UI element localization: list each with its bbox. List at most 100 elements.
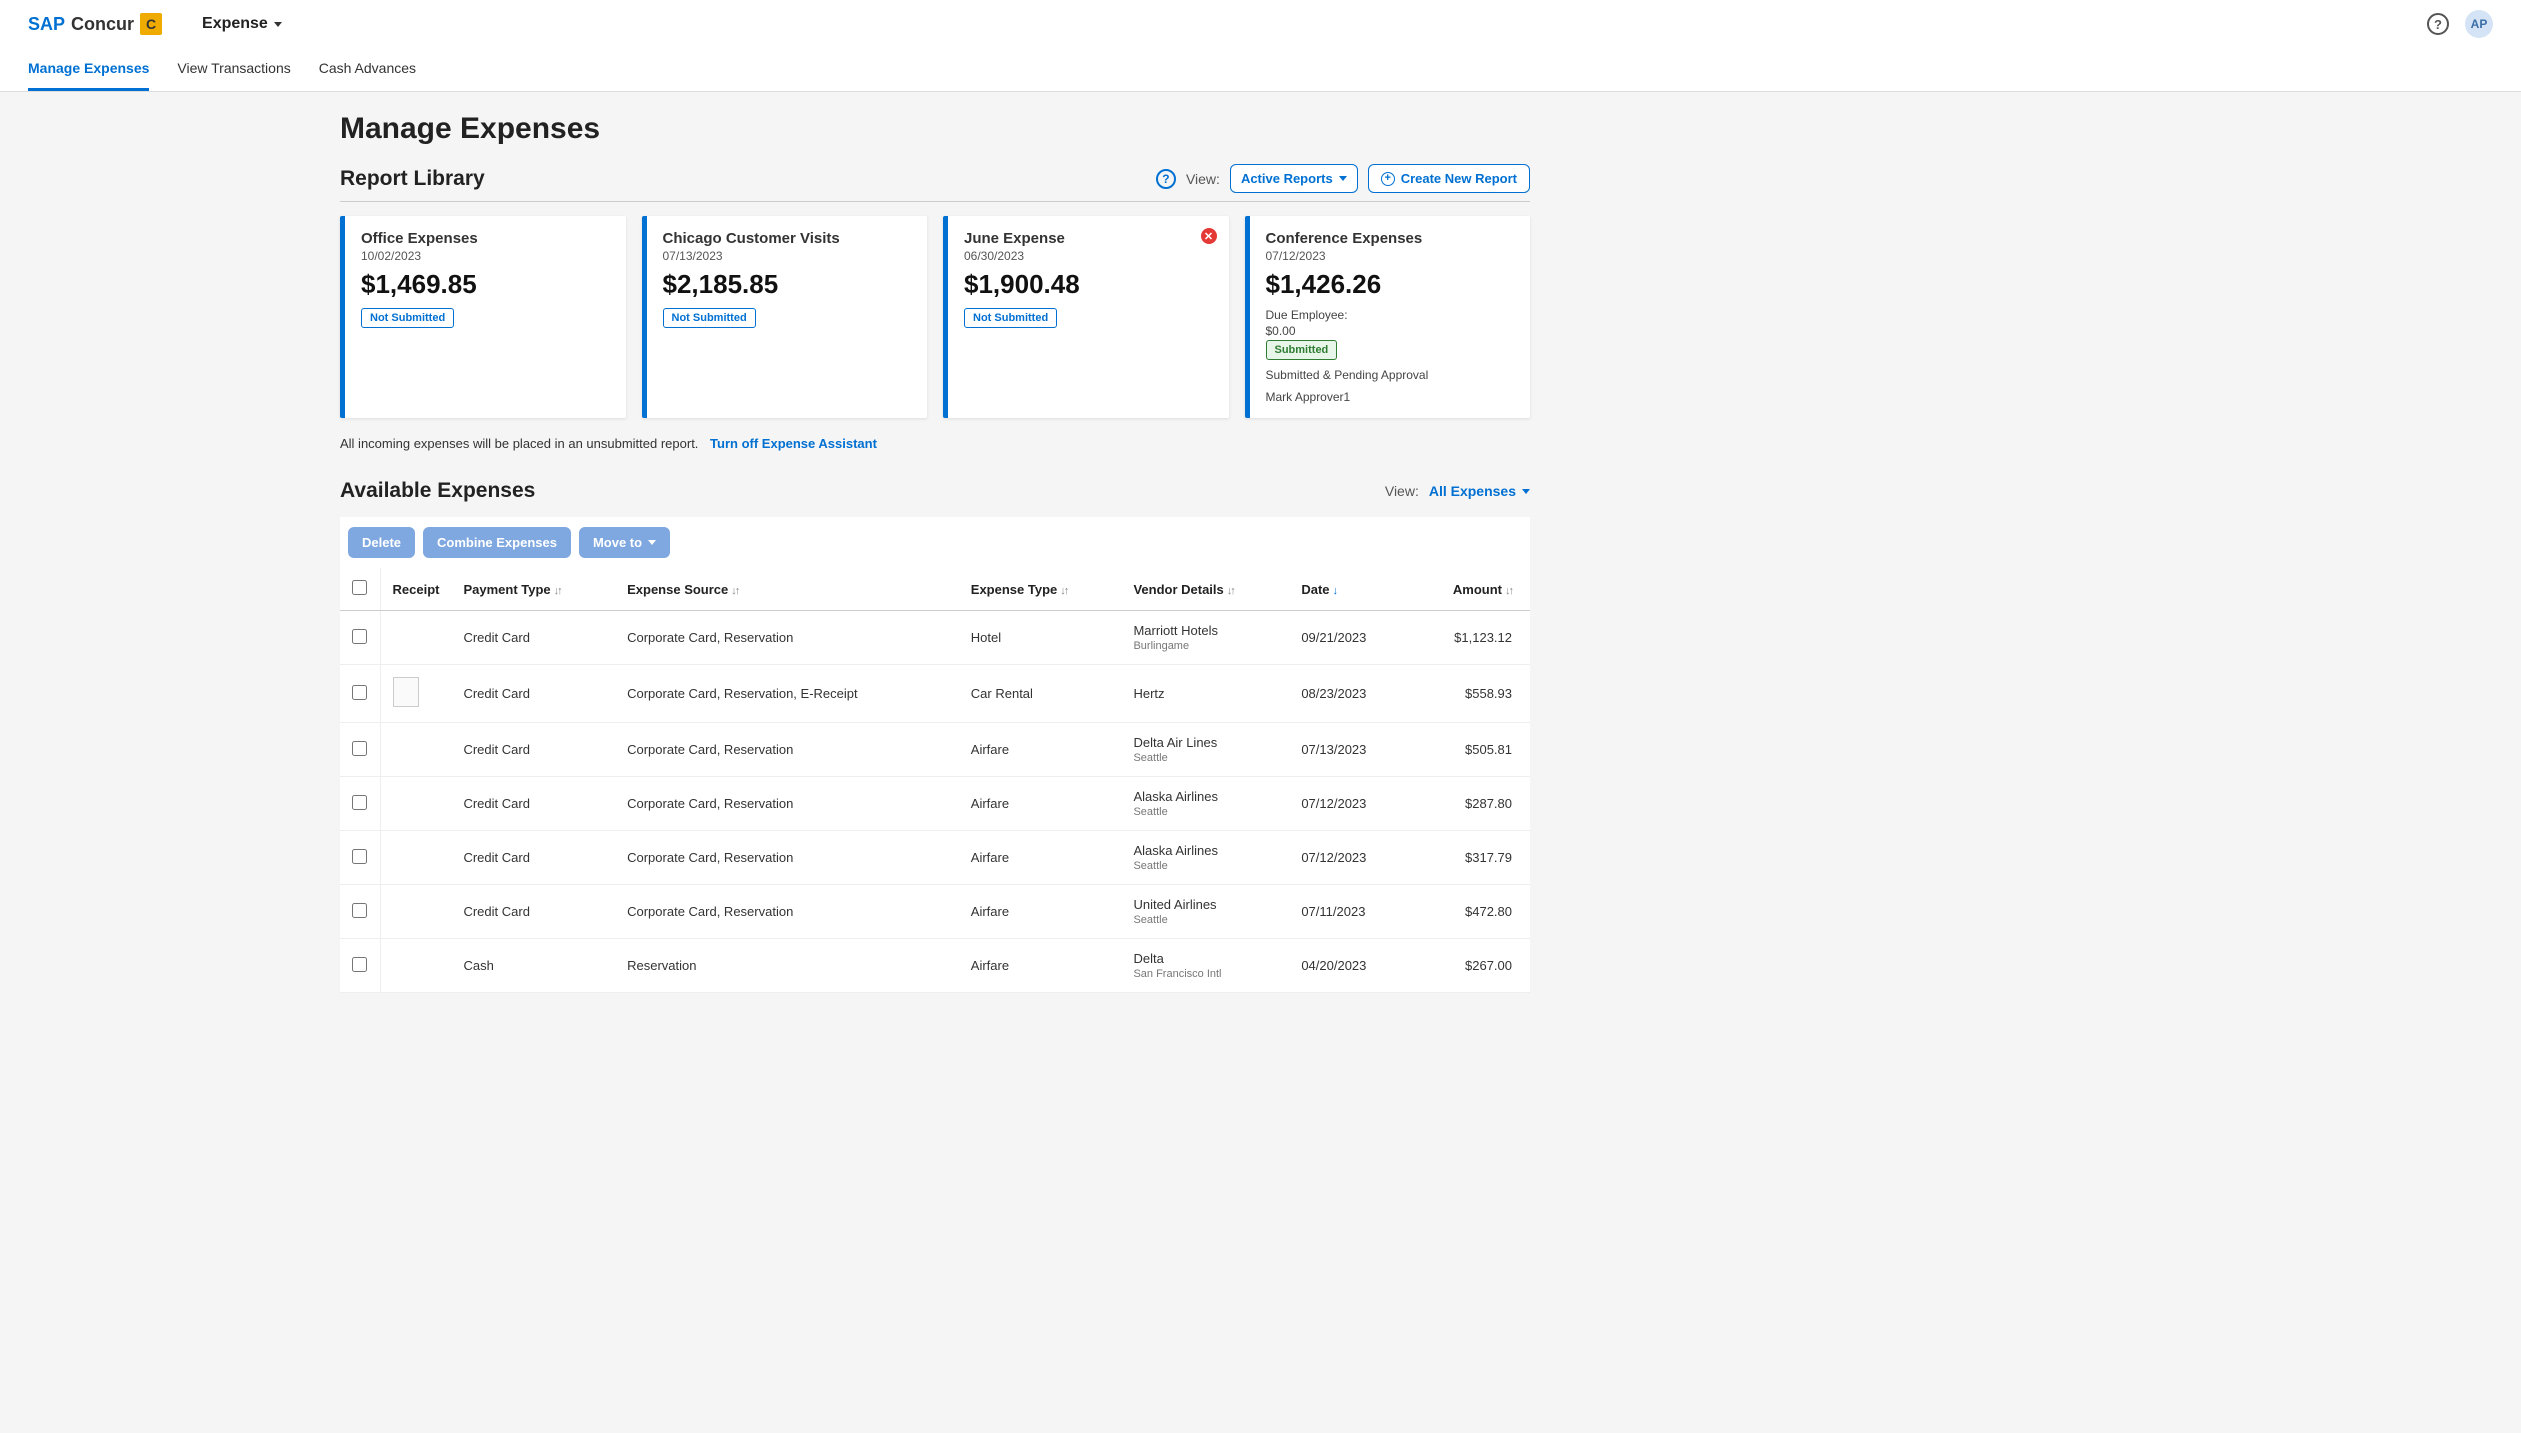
table-row[interactable]: Credit Card Corporate Card, Reservation … (340, 831, 1530, 885)
report-card[interactable]: Chicago Customer Visits 07/13/2023 $2,18… (642, 216, 928, 418)
cell-receipt (380, 611, 451, 665)
row-checkbox[interactable] (352, 741, 367, 756)
logo-sap-text: SAP (28, 14, 65, 35)
cell-expense-type: Airfare (959, 939, 1122, 993)
subnav: Manage Expenses View Transactions Cash A… (0, 48, 2521, 92)
cell-expense-source: Corporate Card, Reservation (615, 777, 959, 831)
receipt-thumb-icon[interactable] (393, 677, 419, 707)
row-checkbox[interactable] (352, 685, 367, 700)
table-row[interactable]: Credit Card Corporate Card, Reservation,… (340, 665, 1530, 723)
cell-expense-type: Airfare (959, 831, 1122, 885)
col-payment-type[interactable]: Payment Type↓↑ (451, 568, 615, 611)
available-expenses-title: Available Expenses (340, 479, 535, 503)
chevron-down-icon (274, 22, 282, 27)
col-date[interactable]: Date↓ (1289, 568, 1409, 611)
cell-expense-type: Hotel (959, 611, 1122, 665)
card-date: 10/02/2023 (361, 249, 610, 263)
cell-receipt (380, 831, 451, 885)
help-icon[interactable]: ? (2427, 13, 2449, 35)
cell-amount: $317.79 (1410, 831, 1530, 885)
cell-receipt (380, 939, 451, 993)
delete-button[interactable]: Delete (348, 527, 415, 558)
expenses-table: Receipt Payment Type↓↑ Expense Source↓↑ … (340, 568, 1530, 993)
cell-payment-type: Credit Card (451, 831, 615, 885)
nav-expense-dropdown[interactable]: Expense (202, 15, 282, 33)
all-expenses-label: All Expenses (1429, 483, 1516, 499)
row-checkbox[interactable] (352, 957, 367, 972)
card-date: 07/12/2023 (1266, 249, 1515, 263)
create-report-label: Create New Report (1401, 171, 1517, 186)
col-amount[interactable]: Amount↓↑ (1410, 568, 1530, 611)
cell-date: 07/13/2023 (1289, 723, 1409, 777)
card-footer-status: Submitted & Pending Approval (1266, 368, 1515, 382)
cell-amount: $472.80 (1410, 885, 1530, 939)
cell-amount: $287.80 (1410, 777, 1530, 831)
cell-date: 04/20/2023 (1289, 939, 1409, 993)
row-checkbox[interactable] (352, 629, 367, 644)
avatar[interactable]: AP (2465, 10, 2493, 38)
cell-payment-type: Credit Card (451, 723, 615, 777)
row-checkbox[interactable] (352, 795, 367, 810)
card-date: 06/30/2023 (964, 249, 1213, 263)
card-due-label: Due Employee: (1266, 308, 1515, 322)
col-expense-source[interactable]: Expense Source↓↑ (615, 568, 959, 611)
cell-date: 08/23/2023 (1289, 665, 1409, 723)
error-icon: ✕ (1201, 228, 1217, 244)
cell-amount: $558.93 (1410, 665, 1530, 723)
select-all-checkbox[interactable] (352, 580, 367, 595)
tab-cash-advances[interactable]: Cash Advances (319, 48, 416, 91)
tab-manage-expenses[interactable]: Manage Expenses (28, 48, 149, 91)
cell-vendor: United AirlinesSeattle (1121, 885, 1289, 939)
report-library-help-icon[interactable]: ? (1156, 169, 1176, 189)
cell-vendor: Delta Air LinesSeattle (1121, 723, 1289, 777)
row-checkbox[interactable] (352, 903, 367, 918)
status-badge: Not Submitted (964, 308, 1057, 328)
status-badge: Not Submitted (663, 308, 756, 328)
cell-payment-type: Credit Card (451, 777, 615, 831)
topbar: SAP Concur C Expense ? AP (0, 0, 2521, 48)
active-reports-label: Active Reports (1241, 171, 1333, 186)
turn-off-assistant-link[interactable]: Turn off Expense Assistant (710, 436, 877, 451)
all-expenses-dropdown[interactable]: All Expenses (1429, 483, 1530, 499)
table-row[interactable]: Credit Card Corporate Card, Reservation … (340, 885, 1530, 939)
card-amount: $2,185.85 (663, 269, 912, 300)
cell-receipt (380, 885, 451, 939)
table-action-bar: Delete Combine Expenses Move to (340, 517, 1530, 568)
report-card[interactable]: Conference Expenses 07/12/2023 $1,426.26… (1245, 216, 1531, 418)
create-new-report-button[interactable]: + Create New Report (1368, 164, 1530, 193)
combine-expenses-button[interactable]: Combine Expenses (423, 527, 571, 558)
logo[interactable]: SAP Concur C (28, 13, 162, 35)
col-receipt: Receipt (380, 568, 451, 611)
col-expense-type[interactable]: Expense Type↓↑ (959, 568, 1122, 611)
report-library-title: Report Library (340, 167, 485, 191)
move-to-label: Move to (593, 535, 642, 550)
tab-view-transactions[interactable]: View Transactions (177, 48, 290, 91)
report-card[interactable]: June Expense 06/30/2023 $1,900.48✕Not Su… (943, 216, 1229, 418)
vendor-sub: Seattle (1133, 914, 1277, 926)
cell-expense-source: Corporate Card, Reservation, E-Receipt (615, 665, 959, 723)
cell-date: 07/12/2023 (1289, 831, 1409, 885)
logo-concur-text: Concur (71, 14, 134, 35)
chevron-down-icon (648, 540, 656, 545)
card-amount: $1,426.26 (1266, 269, 1515, 300)
cell-payment-type: Credit Card (451, 885, 615, 939)
sort-icon: ↓↑ (1505, 585, 1512, 597)
col-vendor[interactable]: Vendor Details↓↑ (1121, 568, 1289, 611)
sort-icon: ↓↑ (1227, 585, 1234, 597)
cell-receipt (380, 723, 451, 777)
active-reports-dropdown[interactable]: Active Reports (1230, 164, 1358, 193)
row-checkbox[interactable] (352, 849, 367, 864)
cell-payment-type: Credit Card (451, 611, 615, 665)
cell-payment-type: Cash (451, 939, 615, 993)
table-row[interactable]: Credit Card Corporate Card, Reservation … (340, 777, 1530, 831)
vendor-sub: San Francisco Intl (1133, 968, 1277, 980)
page-title: Manage Expenses (340, 112, 1530, 146)
cell-receipt (380, 665, 451, 723)
vendor-sub: Seattle (1133, 752, 1277, 764)
report-card[interactable]: Office Expenses 10/02/2023 $1,469.85Not … (340, 216, 626, 418)
move-to-button[interactable]: Move to (579, 527, 670, 558)
sort-icon: ↓↑ (554, 585, 561, 597)
table-row[interactable]: Credit Card Corporate Card, Reservation … (340, 611, 1530, 665)
table-row[interactable]: Cash Reservation Airfare DeltaSan Franci… (340, 939, 1530, 993)
table-row[interactable]: Credit Card Corporate Card, Reservation … (340, 723, 1530, 777)
